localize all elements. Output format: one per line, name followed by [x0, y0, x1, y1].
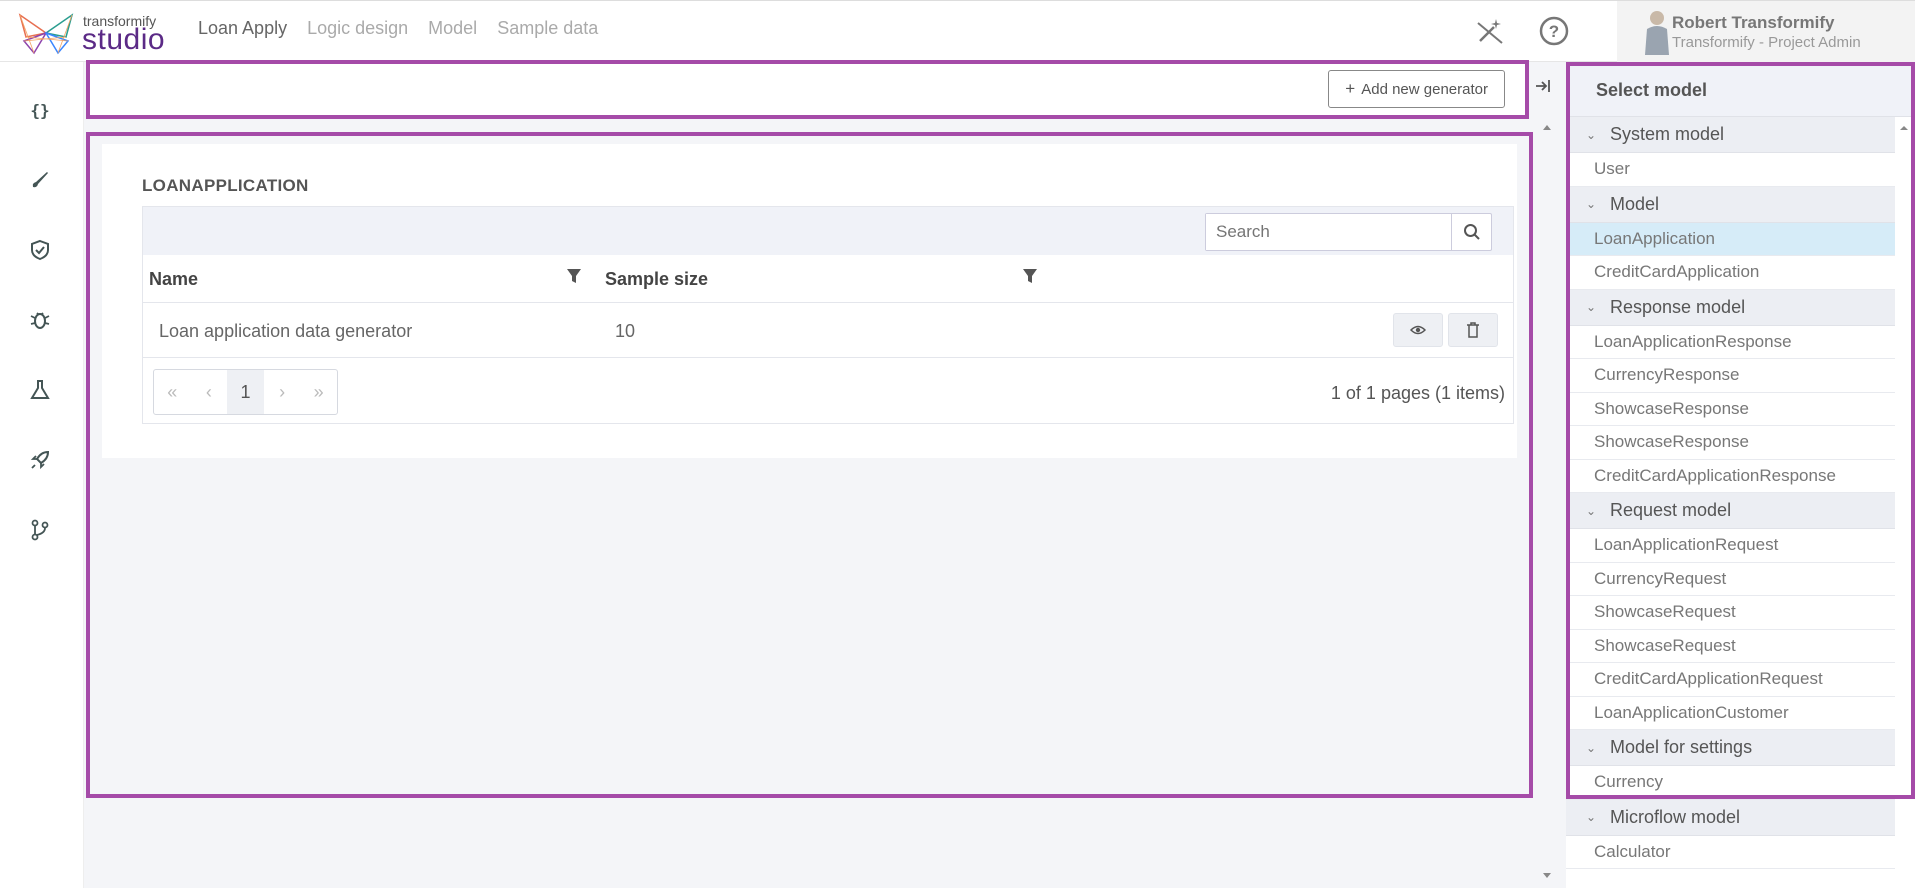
row-sample-size: 10 — [615, 321, 636, 341]
select-model-panel: Select model ⌄ System model User ⌄ Model Loan… — [1566, 62, 1915, 888]
help-icon[interactable]: ? — [1538, 15, 1570, 47]
rocket-icon[interactable] — [26, 446, 54, 474]
git-branch-icon[interactable] — [26, 516, 54, 544]
top-bar: transformify studio Loan Apply Logic des… — [0, 0, 1915, 63]
collapse-panel-icon[interactable] — [1533, 76, 1553, 96]
model-group-label: Microflow model — [1610, 806, 1741, 827]
model-list-item[interactable]: User — [1566, 153, 1895, 187]
chevron-down-icon: ⌄ — [1586, 127, 1597, 142]
filter-icon[interactable] — [565, 267, 583, 285]
model-list-item[interactable]: LoanApplicationResponse — [1566, 326, 1895, 359]
model-group-label: Model — [1610, 193, 1660, 214]
model-list-item[interactable]: CreditCardApplicationResponse — [1566, 460, 1895, 493]
chevron-down-icon: ⌄ — [1586, 300, 1597, 314]
model-group-header[interactable]: ⌄ Microflow model — [1566, 799, 1895, 836]
prev-page-icon[interactable]: ‹ — [191, 370, 228, 414]
model-group-label: Request model — [1610, 500, 1732, 520]
flask-icon[interactable] — [26, 376, 54, 404]
model-list-item[interactable]: LoanApplicationCustomer — [1566, 697, 1895, 730]
pager-info: 1 of 1 pages (1 items) — [1330, 383, 1505, 403]
generator-list-panel: LOANAPPLICATION Name Sample size Loan ap… — [86, 132, 1533, 798]
braces-icon[interactable]: {} — [26, 96, 54, 124]
main-scrollbar[interactable] — [1539, 118, 1555, 888]
pager: « ‹ 1 › » — [153, 369, 338, 415]
model-list-item[interactable]: CreditCardApplicationRequest — [1566, 663, 1895, 697]
page-number-button[interactable]: 1 — [227, 370, 264, 414]
model-list-item[interactable]: ShowcaseResponse — [1566, 393, 1895, 426]
next-page-icon[interactable]: › — [264, 370, 301, 414]
model-group-header[interactable]: ⌄ Response model — [1566, 289, 1895, 326]
eye-icon — [1410, 325, 1426, 335]
model-list-item[interactable]: ShowcaseRequest — [1566, 596, 1895, 630]
chevron-down-icon: ⌄ — [1586, 740, 1597, 755]
model-list-item[interactable]: CreditCardApplication — [1566, 256, 1895, 290]
model-list-item[interactable]: Currency — [1566, 766, 1895, 800]
model-list: ⌄ System model User ⌄ Model LoanApplication Cr… — [1566, 117, 1895, 869]
column-header-sample-size[interactable]: Sample size — [605, 269, 708, 290]
plus-icon: + — [1345, 79, 1356, 98]
model-list-scrollbar[interactable] — [1897, 120, 1911, 888]
generator-grid: Name Sample size Loan application data g… — [142, 206, 1514, 424]
model-list-item[interactable]: Calculator — [1566, 836, 1895, 869]
model-group-label: Response model — [1610, 296, 1746, 317]
chevron-down-icon: ⌄ — [1586, 197, 1597, 211]
logo-big-text: studio — [82, 23, 166, 56]
search-input[interactable] — [1206, 214, 1452, 250]
last-page-icon[interactable]: » — [300, 370, 337, 414]
left-sidebar: {} — [0, 62, 84, 888]
user-name: Robert Transformify — [1672, 13, 1835, 32]
model-list-item[interactable]: LoanApplication — [1566, 222, 1895, 256]
model-list-item[interactable]: CurrencyResponse — [1566, 359, 1895, 393]
nav-loan-apply[interactable]: Loan Apply — [198, 18, 287, 39]
search-icon[interactable] — [1452, 214, 1492, 250]
generator-toolbar: + Add new generator — [86, 60, 1529, 119]
app-logo[interactable]: transformify studio — [16, 9, 166, 57]
add-new-generator-label: Add new generator — [1361, 80, 1488, 98]
model-group-header[interactable]: ⌄ Request model — [1566, 493, 1895, 529]
column-header-name[interactable]: Name — [149, 269, 198, 290]
user-role: Transformify - Project Admin — [1672, 34, 1861, 51]
chevron-down-icon: ⌄ — [1586, 810, 1597, 824]
generator-card: LOANAPPLICATION Name Sample size Loan ap… — [102, 144, 1517, 458]
section-title: LOANAPPLICATION — [142, 176, 309, 195]
model-group-label: Model for settings — [1610, 737, 1753, 757]
grid-toolbar — [143, 207, 1513, 255]
model-list-item[interactable]: CurrencyRequest — [1566, 563, 1895, 596]
model-list-item[interactable]: LoanApplicationRequest — [1566, 529, 1895, 563]
table-row[interactable]: Loan application data generator 10 — [143, 304, 1513, 358]
model-group-header[interactable]: ⌄ System model — [1566, 117, 1895, 153]
user-menu[interactable]: Robert Transformify Transformify - Proje… — [1617, 1, 1915, 63]
model-list-item[interactable]: ShowcaseResponse — [1566, 426, 1895, 460]
model-list-item[interactable]: ShowcaseRequest — [1566, 630, 1895, 663]
delete-button[interactable] — [1448, 313, 1498, 347]
model-group-header[interactable]: ⌄ Model for settings — [1566, 730, 1895, 766]
search-box — [1205, 213, 1492, 251]
nav-logic-design[interactable]: Logic design — [307, 18, 408, 39]
row-name: Loan application data generator — [159, 321, 413, 341]
svg-text:?: ? — [1549, 22, 1559, 41]
add-new-generator-button[interactable]: + Add new generator — [1328, 70, 1505, 108]
butterfly-logo-icon — [18, 13, 74, 55]
view-button[interactable] — [1393, 313, 1443, 347]
grid-header-row: Name Sample size — [143, 255, 1513, 303]
magic-wand-off-icon[interactable] — [1474, 15, 1506, 47]
brush-icon[interactable] — [26, 166, 54, 194]
top-nav: Loan Apply Logic design Model Sample dat… — [198, 18, 598, 39]
nav-model[interactable]: Model — [428, 18, 477, 39]
nav-sample-data[interactable]: Sample data — [497, 18, 598, 39]
trash-icon — [1467, 322, 1479, 338]
filter-icon[interactable] — [1021, 267, 1039, 285]
chevron-down-icon: ⌄ — [1586, 503, 1597, 518]
bug-icon[interactable] — [26, 306, 54, 334]
select-model-title: Select model — [1566, 62, 1915, 117]
first-page-icon[interactable]: « — [154, 370, 191, 414]
model-group-header[interactable]: ⌄ Model — [1566, 186, 1895, 223]
avatar — [1645, 11, 1669, 55]
shield-check-icon[interactable] — [26, 236, 54, 264]
model-group-label: System model — [1610, 124, 1725, 144]
